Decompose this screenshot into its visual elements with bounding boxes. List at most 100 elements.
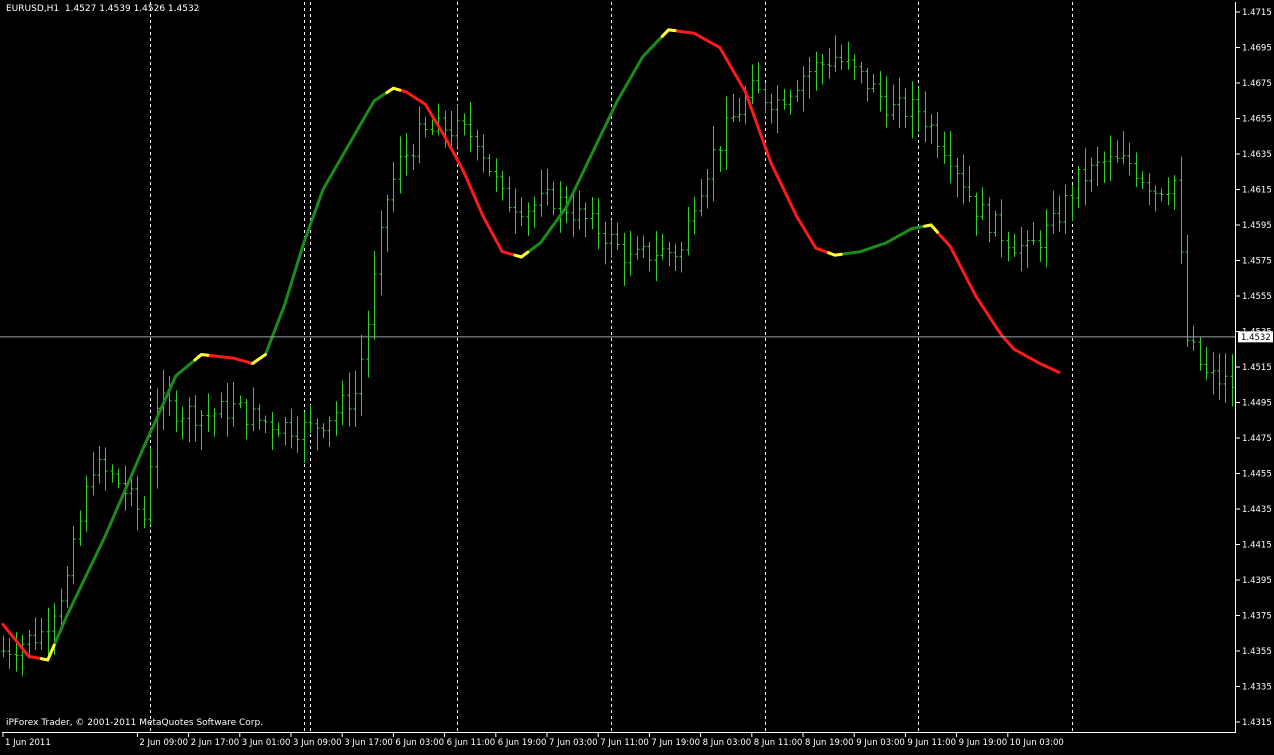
ma-turn-point (513, 250, 530, 259)
ohlc-bar (411, 143, 416, 170)
ohlc-bar (865, 67, 870, 102)
ohlc-bar (583, 202, 588, 238)
ohlc-bar (756, 62, 761, 94)
ohlc-bar (1179, 156, 1184, 265)
price-chart[interactable]: 1.4715 1.4695 1.4675 1.4655 1.4635 1.4615 1.45… (0, 0, 1274, 750)
ohlc-bar (302, 411, 307, 463)
ohlc-bar (1108, 135, 1113, 181)
ohlc-bar (78, 510, 83, 546)
copyright-text: iPForex Trader, © 2001-2011 MetaQuotes S… (6, 718, 264, 728)
ohlc-bar (263, 415, 268, 433)
price-tick-label: 1.4415 (1242, 541, 1272, 551)
ohlc-bar (212, 407, 217, 437)
ma-turn-point (193, 353, 210, 362)
price-axis-border (1235, 2, 1236, 732)
ohlc-bar (1140, 171, 1145, 190)
ohlc-bar (1044, 209, 1049, 268)
ohlc-bar (724, 96, 729, 170)
price-tick-label: 1.4435 (1242, 505, 1272, 515)
price-bars-layer (1, 35, 1235, 676)
ohlc-bar (257, 404, 262, 430)
price-tick-label: 1.4615 (1242, 186, 1272, 196)
ohlc-bar (385, 194, 390, 252)
ohlc-bar (711, 125, 716, 202)
time-tick-label: 2 Jun 09:00 (139, 738, 188, 748)
time-tick-label: 10 Jun 03:00 (1010, 738, 1064, 748)
ohlc-bar (1089, 157, 1094, 192)
ohlc-bar (379, 210, 384, 296)
time-tick-label: 2 Jun 17:00 (191, 738, 240, 748)
ohlc-bar (289, 408, 294, 449)
ohlc-bar (596, 198, 601, 250)
ohlc-bar (622, 232, 627, 286)
ohlc-bar (1115, 140, 1120, 163)
ohlc-values: 1.4527 1.4539 1.4526 1.4532 (64, 4, 200, 14)
time-tick-label: 9 Jun 03:00 (856, 738, 905, 748)
time-tick-label: 3 Jun 01:00 (242, 738, 291, 748)
ohlc-bar (635, 236, 640, 260)
price-tick-label: 1.4655 (1242, 115, 1272, 125)
time-tick-label: 3 Jun 09:00 (293, 738, 342, 748)
ohlc-bar (244, 398, 249, 440)
ohlc-bar (1057, 195, 1062, 232)
ohlc-bar (97, 445, 102, 484)
ohlc-bar (763, 83, 768, 114)
ohlc-bar (65, 566, 70, 609)
price-tick-label: 1.4355 (1242, 647, 1272, 657)
time-tick-label: 3 Jun 17:00 (344, 738, 393, 748)
price-tick-label: 1.4375 (1242, 612, 1272, 622)
time-axis-border (2, 732, 1236, 733)
price-tick-label: 1.4515 (1242, 363, 1272, 373)
price-tick-label: 1.4475 (1242, 434, 1272, 444)
ohlc-bar (308, 405, 313, 433)
ohlc-bar (673, 243, 678, 272)
ohlc-bar (116, 468, 121, 489)
ohlc-bar (449, 110, 454, 146)
ohlc-bar (347, 372, 352, 427)
ohlc-bar (750, 64, 755, 105)
ohlc-bar (327, 416, 332, 447)
time-tick-label: 9 Jun 19:00 (959, 738, 1008, 748)
price-tick-label: 1.4395 (1242, 576, 1272, 586)
ohlc-bar (423, 116, 428, 138)
current-price-marker: 1.4532 (1238, 331, 1273, 343)
ohlc-bar (142, 496, 147, 529)
ohlc-bar (929, 114, 934, 144)
price-tick-label: 1.4715 (1242, 8, 1272, 18)
ma-turn-point (660, 28, 677, 38)
ohlc-bar (353, 370, 358, 427)
ohlc-bar (148, 447, 153, 526)
ohlc-bar (462, 113, 467, 136)
ohlc-bar (545, 168, 550, 206)
ohlc-bar (667, 241, 672, 267)
current-price-label: 1.4532 (1241, 333, 1271, 343)
ohlc-bar (775, 85, 780, 134)
ohlc-bar (532, 196, 537, 229)
ohlc-bar (494, 158, 499, 193)
ohlc-bar (39, 617, 44, 651)
ohlc-bar (1095, 146, 1100, 187)
ohlc-bar (1134, 152, 1139, 188)
ohlc-bar (359, 335, 364, 417)
ohlc-bar (180, 406, 185, 440)
ohlc-bar (417, 106, 422, 164)
price-tick-label: 1.4635 (1242, 150, 1272, 160)
ohlc-bar (475, 129, 480, 161)
moving-average-layer (1, 28, 1061, 662)
ohlc-bar (897, 77, 902, 129)
ohlc-bar (526, 202, 531, 236)
ma-segment-up (519, 28, 671, 259)
ohlc-bar (615, 222, 620, 250)
ohlc-bar (628, 230, 633, 276)
ohlc-bar (129, 478, 134, 507)
ohlc-bar (833, 35, 838, 72)
ohlc-bar (487, 153, 492, 177)
price-tick-label: 1.4695 (1242, 44, 1272, 54)
ohlc-bar (1153, 185, 1158, 212)
ohlc-bar (916, 87, 921, 133)
ohlc-bar (507, 176, 512, 212)
ohlc-bar (513, 188, 518, 234)
chart-window[interactable]: 1.4715 1.4695 1.4675 1.4655 1.4635 1.4615 1.45… (0, 0, 1274, 750)
ohlc-bar (923, 91, 928, 143)
ohlc-bar (807, 57, 812, 99)
